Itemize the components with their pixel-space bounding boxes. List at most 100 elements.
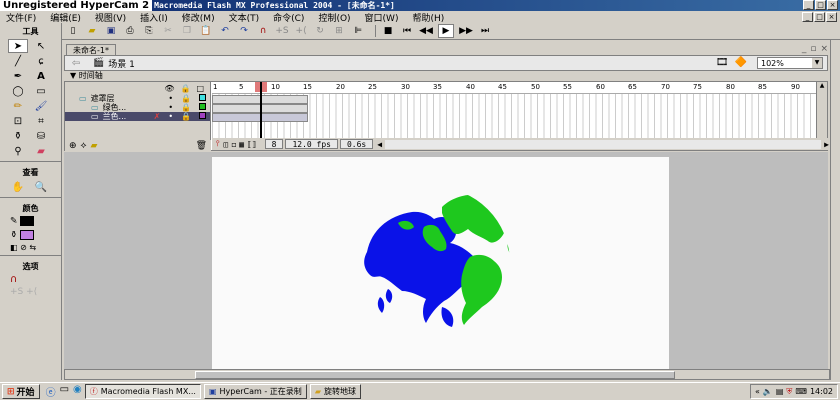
smooth-icon[interactable]: +S <box>275 25 289 37</box>
visible-dot[interactable]: • <box>168 112 173 121</box>
oval-tool-icon[interactable]: ◯ <box>8 84 28 98</box>
timeline-hscroll-left-icon[interactable]: ◀ <box>377 140 382 149</box>
edit-scene-icon[interactable]: 🎞 <box>716 57 729 68</box>
cut-icon[interactable]: ✂ <box>161 25 175 37</box>
paste-icon[interactable]: 📋 <box>199 25 213 37</box>
snap-icon[interactable]: ∩ <box>256 25 270 37</box>
snap-magnet-icon[interactable]: ∩ <box>0 274 61 285</box>
ime-icon[interactable]: ⌨ <box>795 387 807 396</box>
default-colors-icon[interactable]: ◧ <box>10 243 18 252</box>
doc-minimize-button[interactable]: _ <box>802 12 813 22</box>
outline-color-box[interactable] <box>199 112 206 119</box>
zoom-tool-icon[interactable]: 🔍 <box>31 180 51 194</box>
outline-color-box[interactable] <box>199 103 206 110</box>
document-tab[interactable]: 未命名-1* <box>66 44 116 55</box>
playhead-line[interactable] <box>260 82 262 140</box>
lock-state-icon[interactable]: 🔒 <box>181 103 191 112</box>
task-hypercam[interactable]: ▣ HyperCam - 正在录制 <box>203 384 307 399</box>
menu-view[interactable]: 视图(V) <box>95 11 126 24</box>
text-tool-icon[interactable]: A <box>31 69 51 83</box>
edit-symbol-icon[interactable]: 🔶 <box>735 57 747 68</box>
menu-window[interactable]: 窗口(W) <box>365 11 399 24</box>
fill-color-swatch[interactable] <box>20 229 35 240</box>
menu-text[interactable]: 文本(T) <box>229 11 260 24</box>
frames-area[interactable]: 1 5 10 15 20 25 30 35 40 45 50 55 60 65 … <box>212 82 818 140</box>
timeline-hscroll-track[interactable] <box>385 139 822 149</box>
doc-restore-button[interactable]: □ <box>814 12 825 22</box>
menu-commands[interactable]: 命令(C) <box>273 11 304 24</box>
zoom-select[interactable]: 102% ▼ <box>757 57 823 69</box>
menu-modify[interactable]: 修改(M) <box>182 11 215 24</box>
rotate-icon[interactable]: ↻ <box>313 25 327 37</box>
hand-tool-icon[interactable]: ✋ <box>8 180 28 194</box>
minimize-button[interactable]: _ <box>803 0 814 10</box>
scene-breadcrumb[interactable]: 🎬 场景 1 <box>93 57 135 70</box>
eyedropper-tool-icon[interactable]: ⚲ <box>8 144 28 158</box>
doc-panel-restore-icon[interactable]: ▫ <box>810 44 816 54</box>
paint-bucket-tool-icon[interactable]: ⛁ <box>31 129 51 143</box>
maximize-button[interactable]: □ <box>815 0 826 10</box>
insert-folder-icon[interactable]: ▰ <box>91 141 98 151</box>
frame-rows[interactable] <box>212 94 818 140</box>
doc-close-button[interactable]: × <box>826 12 837 22</box>
fill-transform-tool-icon[interactable]: ⌗ <box>31 114 51 128</box>
subselect-tool-icon[interactable]: ↖ <box>31 39 51 53</box>
redo-icon[interactable]: ↷ <box>237 25 251 37</box>
visible-dot[interactable]: • <box>168 103 173 112</box>
frame-ruler[interactable]: 1 5 10 15 20 25 30 35 40 45 50 55 60 65 … <box>212 82 818 94</box>
free-transform-tool-icon[interactable]: ⊡ <box>8 114 28 128</box>
step-back-icon[interactable]: ◀◀ <box>419 25 433 37</box>
stop-icon[interactable]: ■ <box>381 25 395 37</box>
task-folder[interactable]: ▰ 旋转地球 <box>309 384 361 399</box>
rectangle-tool-icon[interactable]: ▭ <box>31 84 51 98</box>
open-file-icon[interactable]: ▰ <box>85 25 99 37</box>
visible-dot[interactable]: • <box>168 94 173 103</box>
outline-icon[interactable]: □ <box>196 84 204 93</box>
brush-tool-icon[interactable]: 🖌 <box>31 99 51 113</box>
lasso-tool-icon[interactable]: ɕ <box>31 54 51 68</box>
doc-panel-minimize-icon[interactable]: _ <box>802 44 807 54</box>
stage-vertical-scrollbar[interactable] <box>830 40 840 380</box>
lock-icon[interactable]: 🔒 <box>180 84 190 93</box>
insert-layer-icon[interactable]: ⊕ <box>69 141 77 151</box>
scroll-thumb[interactable] <box>195 371 675 379</box>
menu-insert[interactable]: 插入(I) <box>140 11 168 24</box>
undo-icon[interactable]: ↶ <box>218 25 232 37</box>
stage-horizontal-scrollbar[interactable] <box>64 369 830 380</box>
timeline-header[interactable]: ▼ 时间轴 <box>64 71 828 81</box>
media-icon[interactable]: ◉ <box>73 384 82 399</box>
chevron-down-icon[interactable]: ▼ <box>812 58 822 68</box>
timeline-hscroll-right-icon[interactable]: ▶ <box>824 140 829 149</box>
network-icon[interactable]: ▤ <box>776 387 784 396</box>
print-icon[interactable]: ⎙ <box>123 25 137 37</box>
outline-color-box[interactable] <box>199 94 206 101</box>
no-color-icon[interactable]: ⊘ <box>20 243 27 252</box>
close-button[interactable]: × <box>827 0 838 10</box>
rewind-icon[interactable]: ⏮ <box>400 25 414 37</box>
menu-control[interactable]: 控制(O) <box>318 11 350 24</box>
pencil-tool-icon[interactable]: ✏ <box>8 99 28 113</box>
tray-expand-icon[interactable]: « <box>755 387 760 396</box>
step-forward-icon[interactable]: ▶▶ <box>459 25 473 37</box>
go-to-end-icon[interactable]: ⏭ <box>478 25 492 37</box>
menu-file[interactable]: 文件(F) <box>6 11 36 24</box>
onion-outline-icon[interactable]: ◻ <box>231 140 236 149</box>
layer-row[interactable]: ▭ 遮罩层 • 🔒 <box>65 94 210 103</box>
scale-icon[interactable]: ⊞ <box>332 25 346 37</box>
straighten-icon[interactable]: +⟨ <box>294 25 308 37</box>
ie-icon[interactable]: ⓔ <box>46 384 56 399</box>
print-preview-icon[interactable]: ⎘ <box>142 25 156 37</box>
timeline-vertical-scrollbar[interactable]: ▲ <box>816 82 827 140</box>
align-icon[interactable]: ⊫ <box>351 25 365 37</box>
globe-graphic[interactable] <box>212 157 669 371</box>
security-icon[interactable]: ⛨ <box>786 387 792 397</box>
smooth-straighten-icons[interactable]: +S +⟨ <box>0 287 61 297</box>
lock-state-icon[interactable]: 🔒 <box>181 112 191 121</box>
desktop-icon[interactable]: ▭ <box>60 384 69 399</box>
eraser-tool-icon[interactable]: ▰ <box>31 144 51 158</box>
line-tool-icon[interactable]: ╱ <box>8 54 28 68</box>
eye-icon[interactable]: 👁 <box>164 84 174 93</box>
new-file-icon[interactable]: ▯ <box>66 25 80 37</box>
task-flash[interactable]: ⓕ Macromedia Flash MX... <box>84 384 201 399</box>
delete-layer-icon[interactable]: 🗑 <box>196 141 207 151</box>
